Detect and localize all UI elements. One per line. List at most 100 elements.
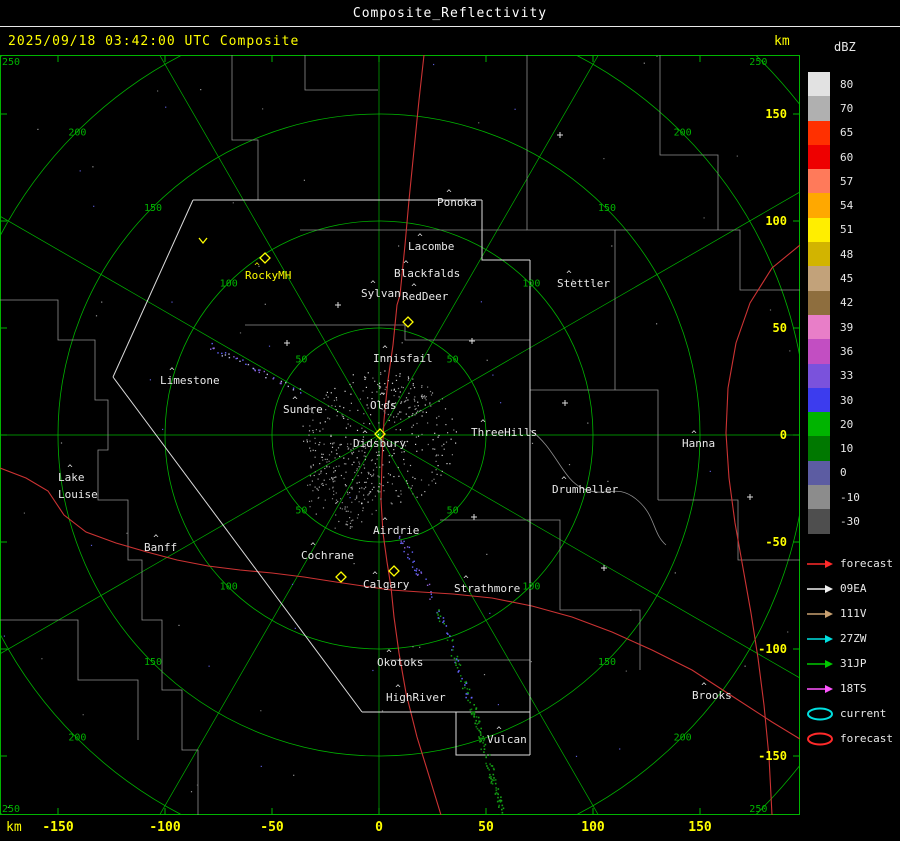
radar-site-icon <box>335 571 347 583</box>
dbz-swatch <box>808 120 830 145</box>
dbz-swatch <box>808 363 830 388</box>
range-ring-label: 150 <box>144 203 162 214</box>
dbz-value: 65 <box>840 126 854 140</box>
range-ring-label: 200 <box>674 733 692 744</box>
range-ring-label: 250 <box>749 804 767 815</box>
legend-label: current <box>840 707 887 720</box>
dbz-swatch <box>808 169 830 194</box>
legend-row: current <box>806 701 893 726</box>
dbz-scale-row: 20 <box>808 412 860 437</box>
legend-label: 09EA <box>840 582 867 595</box>
legend-label: 18TS <box>840 682 867 695</box>
timestamp: 2025/09/18 03:42:00 UTC Composite <box>8 34 300 49</box>
legend-label: 111V <box>840 607 867 620</box>
city-label: RockyMH <box>245 269 291 282</box>
city-label: Strathmore <box>454 582 520 595</box>
city-label: Banff <box>144 541 177 554</box>
dbz-swatch <box>808 460 830 486</box>
legend-label: forecast <box>840 557 893 570</box>
city-label: Lake <box>58 471 85 484</box>
x-axis-label: -50 <box>260 820 284 835</box>
range-ring-label: 50 <box>447 506 459 517</box>
city-label: Brooks <box>692 689 732 702</box>
storm-ellipse-icon <box>807 707 833 720</box>
city-label: Limestone <box>160 374 220 387</box>
range-ring-label: 100 <box>522 279 540 290</box>
sidebar: dBZ 80 70 65 60 57 54 51 48 45 42 39 36 33 30 20 10 0 -10… <box>800 28 900 841</box>
storm-ellipse-icon <box>807 732 833 745</box>
range-ring-label: 150 <box>598 203 616 214</box>
header-row: 2025/09/18 03:42:00 UTC Composite km <box>0 28 900 54</box>
window-title: Composite_Reflectivity <box>0 0 900 27</box>
dbz-value: 54 <box>840 199 854 213</box>
legend-row: 27ZW <box>806 626 893 651</box>
city-label: Sylvan <box>361 287 401 300</box>
echo-plus-mark <box>469 338 475 344</box>
x-axis-label: 50 <box>478 820 494 835</box>
echo-plus-mark <box>562 400 568 406</box>
dbz-scale-row: 51 <box>808 217 860 243</box>
city-label: Sundre <box>283 403 323 416</box>
dbz-swatch <box>808 217 830 243</box>
city-label: Vulcan <box>487 733 527 746</box>
legend-label: forecast <box>840 732 893 745</box>
track-arrow-icon <box>807 609 833 618</box>
radar-plot[interactable]: ^ ^ ^ ^ ^ ^ ^ ^ ^ ^ ^ ^ ^ ^ ^ ^ ^ ^ ^ ^ ^ ^ ^ ^ ^ 50 50 50 50 100 100 1… <box>0 0 900 841</box>
legend-row: forecast <box>806 551 893 576</box>
y-axis-label: 100 <box>765 214 787 228</box>
y-axis-unit: km <box>774 34 790 49</box>
legend-row: 18TS <box>806 676 893 701</box>
range-ring-label: 200 <box>68 127 86 138</box>
dbz-value: 51 <box>840 223 854 237</box>
dbz-swatch <box>808 266 830 291</box>
y-axis-label: -50 <box>765 535 787 549</box>
dbz-value: 70 <box>840 101 854 115</box>
dbz-value: -30 <box>840 514 860 528</box>
dbz-scale-row: 33 <box>808 363 860 388</box>
dbz-value: 10 <box>840 442 854 456</box>
dbz-value: 80 <box>840 77 854 91</box>
dbz-swatch <box>808 387 830 413</box>
x-axis: km -150 -100 -50 0 50 100 150 <box>0 815 800 841</box>
dbz-swatch <box>808 485 830 510</box>
dbz-value: 30 <box>840 393 854 407</box>
y-axis-label: 0 <box>780 428 787 442</box>
range-ring-label: 50 <box>447 354 459 365</box>
y-axis-label: 150 <box>765 107 787 121</box>
echo-plus-mark <box>747 494 753 500</box>
city-label: Stettler <box>557 277 610 290</box>
dbz-scale-row: 39 <box>808 314 860 340</box>
legend-row: 09EA <box>806 576 893 601</box>
dbz-value: 60 <box>840 150 854 164</box>
city-label: Blackfalds <box>394 267 460 280</box>
range-ring-label: 100 <box>220 279 238 290</box>
range-ring-label: 150 <box>144 657 162 668</box>
dbz-swatch <box>808 412 830 437</box>
radar-site-icon <box>388 565 400 577</box>
dbz-swatch <box>808 314 830 340</box>
range-ring-label: 250 <box>2 804 20 815</box>
legend-row: 111V <box>806 601 893 626</box>
city-label: Calgary <box>363 578 410 591</box>
city-label: Lacombe <box>408 240 454 253</box>
y-axis-label: -100 <box>758 642 787 656</box>
legend-label: 27ZW <box>840 632 867 645</box>
label-layer: 50 50 50 50 100 100 100 100 150 150 150 150 200 200 20… <box>2 57 787 815</box>
dbz-scale-row: -30 <box>808 509 860 534</box>
radar-canvas[interactable]: ^^^^ ^^^^^^ ^^^^^^^^^^ ^^^^^50 5050 50100 1001… <box>0 0 900 841</box>
dbz-scale-row: 42 <box>808 290 860 315</box>
dbz-value: 42 <box>840 296 854 310</box>
dbz-value: 20 <box>840 417 854 431</box>
city-label: Cochrane <box>301 549 354 562</box>
dbz-swatch <box>808 144 830 170</box>
city-label: HighRiver <box>386 691 446 704</box>
track-arrow-icon <box>807 584 833 593</box>
city-label: Okotoks <box>377 656 423 669</box>
legend-row: 31JP <box>806 651 893 676</box>
range-ring-label: 150 <box>598 657 616 668</box>
radar-site-icon <box>402 316 414 328</box>
range-ring-label: 100 <box>220 581 238 592</box>
x-axis-label: 150 <box>688 820 712 835</box>
range-ring-label: 200 <box>674 127 692 138</box>
range-ring-label: 50 <box>295 506 307 517</box>
